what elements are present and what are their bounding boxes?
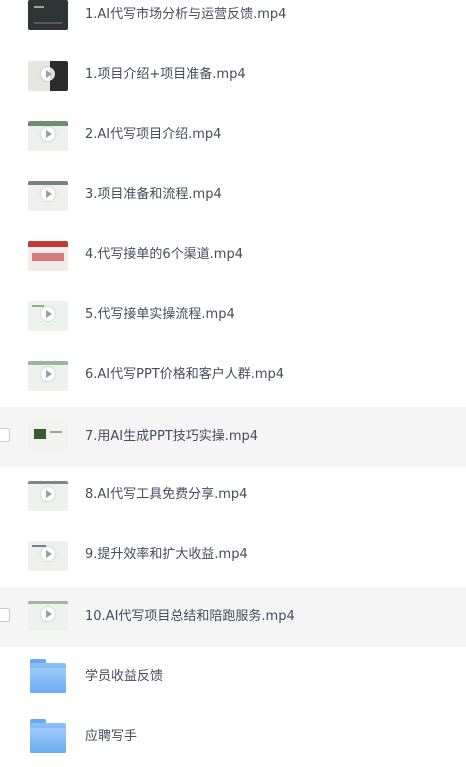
folder-name[interactable]: 应聘写手	[85, 728, 137, 746]
file-name[interactable]: 1.项目介绍+项目准备.mp4	[85, 66, 246, 84]
folder-name[interactable]: 学员收益反馈	[85, 668, 163, 686]
file-row[interactable]: 1.AI代写市场分析与运营反馈.mp4	[0, 0, 466, 60]
video-thumbnail[interactable]	[28, 181, 68, 211]
file-name[interactable]: 5.代写接单实操流程.mp4	[85, 306, 235, 324]
video-thumbnail[interactable]	[28, 601, 68, 631]
file-row[interactable]: 1.项目介绍+项目准备.mp4	[0, 58, 466, 118]
file-name[interactable]: 6.AI代写PPT价格和客户人群.mp4	[85, 366, 284, 384]
file-name[interactable]: 8.AI代写工具免费分享.mp4	[85, 486, 247, 504]
video-thumbnail[interactable]	[28, 61, 68, 91]
video-thumbnail[interactable]	[28, 361, 68, 391]
folder-icon[interactable]	[30, 719, 66, 753]
video-thumbnail[interactable]	[28, 301, 68, 331]
file-row[interactable]: 2.AI代写项目介绍.mp4	[0, 118, 466, 178]
play-icon	[41, 607, 55, 621]
video-thumbnail[interactable]	[28, 481, 68, 511]
file-row[interactable]: 7.用AI生成PPT技巧实操.mp4	[0, 407, 466, 467]
file-name[interactable]: 9.提升效率和扩大收益.mp4	[85, 546, 248, 564]
play-icon	[41, 127, 55, 141]
video-thumbnail[interactable]	[28, 541, 68, 571]
file-row[interactable]: 5.代写接单实操流程.mp4	[0, 298, 466, 358]
file-name[interactable]: 3.项目准备和流程.mp4	[85, 186, 222, 204]
play-icon	[41, 547, 55, 561]
file-list: 1.AI代写市场分析与运营反馈.mp4 1.项目介绍+项目准备.mp4 2.AI…	[0, 0, 466, 767]
file-name[interactable]: 2.AI代写项目介绍.mp4	[85, 126, 221, 144]
video-thumbnail[interactable]	[28, 421, 68, 451]
row-checkbox[interactable]	[0, 608, 10, 622]
play-icon	[41, 67, 55, 81]
play-icon	[41, 307, 55, 321]
play-icon	[41, 187, 55, 201]
row-checkbox[interactable]	[0, 428, 10, 442]
file-row[interactable]: 3.项目准备和流程.mp4	[0, 178, 466, 238]
file-row[interactable]: 4.代写接单的6个渠道.mp4	[0, 238, 466, 298]
file-row[interactable]: 8.AI代写工具免费分享.mp4	[0, 478, 466, 538]
file-name[interactable]: 10.AI代写项目总结和陪跑服务.mp4	[85, 608, 295, 626]
file-row[interactable]: 10.AI代写项目总结和陪跑服务.mp4	[0, 587, 466, 647]
video-thumbnail[interactable]	[28, 121, 68, 151]
play-icon	[41, 367, 55, 381]
file-name[interactable]: 4.代写接单的6个渠道.mp4	[85, 246, 243, 264]
file-name[interactable]: 7.用AI生成PPT技巧实操.mp4	[85, 428, 258, 446]
play-icon	[41, 487, 55, 501]
video-thumbnail[interactable]	[28, 241, 68, 271]
video-thumbnail[interactable]	[28, 0, 68, 30]
folder-row[interactable]: 应聘写手	[0, 714, 466, 767]
file-name[interactable]: 1.AI代写市场分析与运营反馈.mp4	[85, 6, 286, 24]
folder-icon[interactable]	[30, 659, 66, 693]
folder-row[interactable]: 学员收益反馈	[0, 654, 466, 714]
